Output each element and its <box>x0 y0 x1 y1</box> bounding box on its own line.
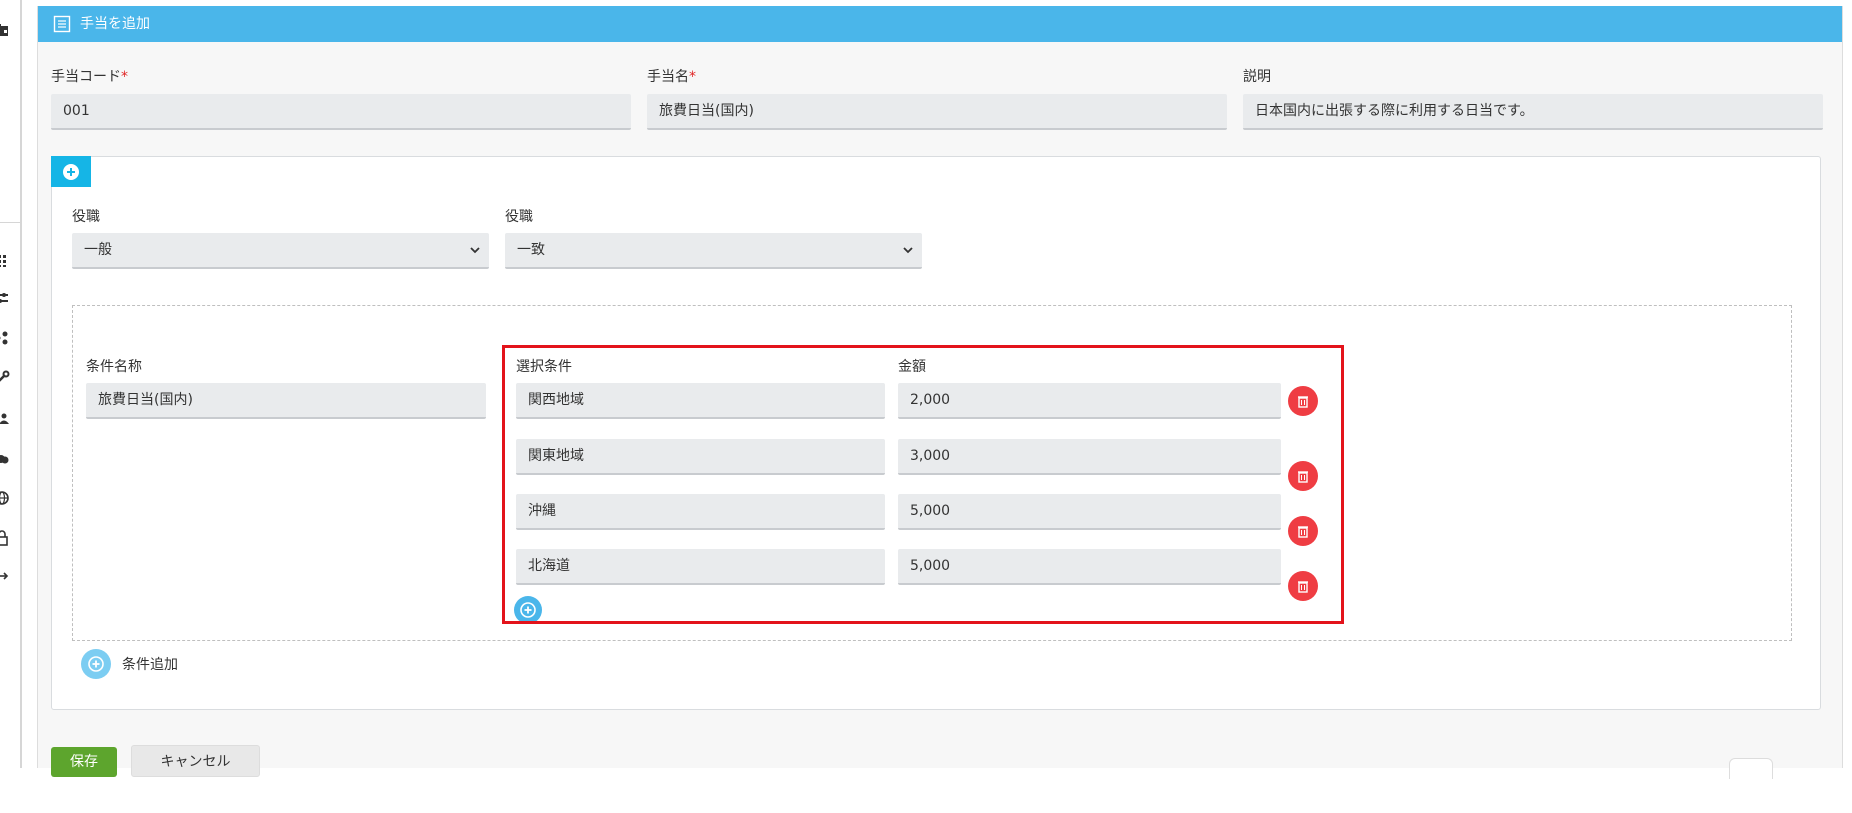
modal-title: 手当を追加 <box>80 16 150 32</box>
name-label: 手当名* <box>647 69 696 85</box>
users-icon[interactable] <box>0 410 10 426</box>
chevron-down-icon <box>903 247 913 254</box>
add-condition-button[interactable] <box>81 649 111 679</box>
list-icon <box>53 15 71 33</box>
add-group-button[interactable] <box>51 156 91 187</box>
share-icon[interactable] <box>0 330 10 346</box>
lock-icon[interactable] <box>0 530 10 546</box>
logout-icon[interactable] <box>0 568 10 584</box>
wrench-icon[interactable] <box>0 370 10 386</box>
position-select-1-value: 一般 <box>84 242 112 258</box>
sidebar-divider <box>0 222 20 223</box>
code-label-text: 手当コード <box>51 69 121 85</box>
plus-circle-icon <box>63 163 79 180</box>
add-allowance-modal: 手当を追加 手当コード* 001 手当名* 旅費日当(国内) 説明 日本国内に出… <box>37 6 1843 779</box>
grid-icon[interactable] <box>0 252 10 268</box>
position-select-1[interactable]: 一般 <box>72 233 489 269</box>
modal-header: 手当を追加 <box>38 6 1842 42</box>
name-label-text: 手当名 <box>647 69 689 85</box>
cancel-button[interactable]: キャンセル <box>131 745 260 777</box>
condition-name-label: 条件名称 <box>86 359 142 375</box>
condition-name-field[interactable]: 旅費日当(国内) <box>86 383 486 419</box>
highlight-box <box>502 345 1344 624</box>
sliders-icon[interactable] <box>0 290 10 306</box>
name-field[interactable]: 旅費日当(国内) <box>647 94 1227 130</box>
scroll-top-tab[interactable] <box>1729 758 1773 779</box>
required-mark: * <box>689 69 696 85</box>
match-select-value: 一致 <box>517 242 545 258</box>
cloud-icon[interactable] <box>0 450 10 466</box>
save-button[interactable]: 保存 <box>51 747 117 777</box>
required-mark: * <box>121 69 128 85</box>
plus-circle-icon <box>88 656 104 672</box>
globe-icon[interactable] <box>0 490 10 506</box>
position-label-2: 役職 <box>505 209 533 225</box>
left-sidebar <box>0 0 22 768</box>
match-select[interactable]: 一致 <box>505 233 922 269</box>
position-label-1: 役職 <box>72 209 100 225</box>
calendar-icon[interactable] <box>0 22 10 38</box>
chevron-down-icon <box>470 247 480 254</box>
description-field[interactable]: 日本国内に出張する際に利用する日当です。 <box>1243 94 1823 130</box>
description-label: 説明 <box>1243 69 1271 85</box>
code-field[interactable]: 001 <box>51 94 631 130</box>
add-condition-label[interactable]: 条件追加 <box>122 657 178 673</box>
code-label: 手当コード* <box>51 69 128 85</box>
